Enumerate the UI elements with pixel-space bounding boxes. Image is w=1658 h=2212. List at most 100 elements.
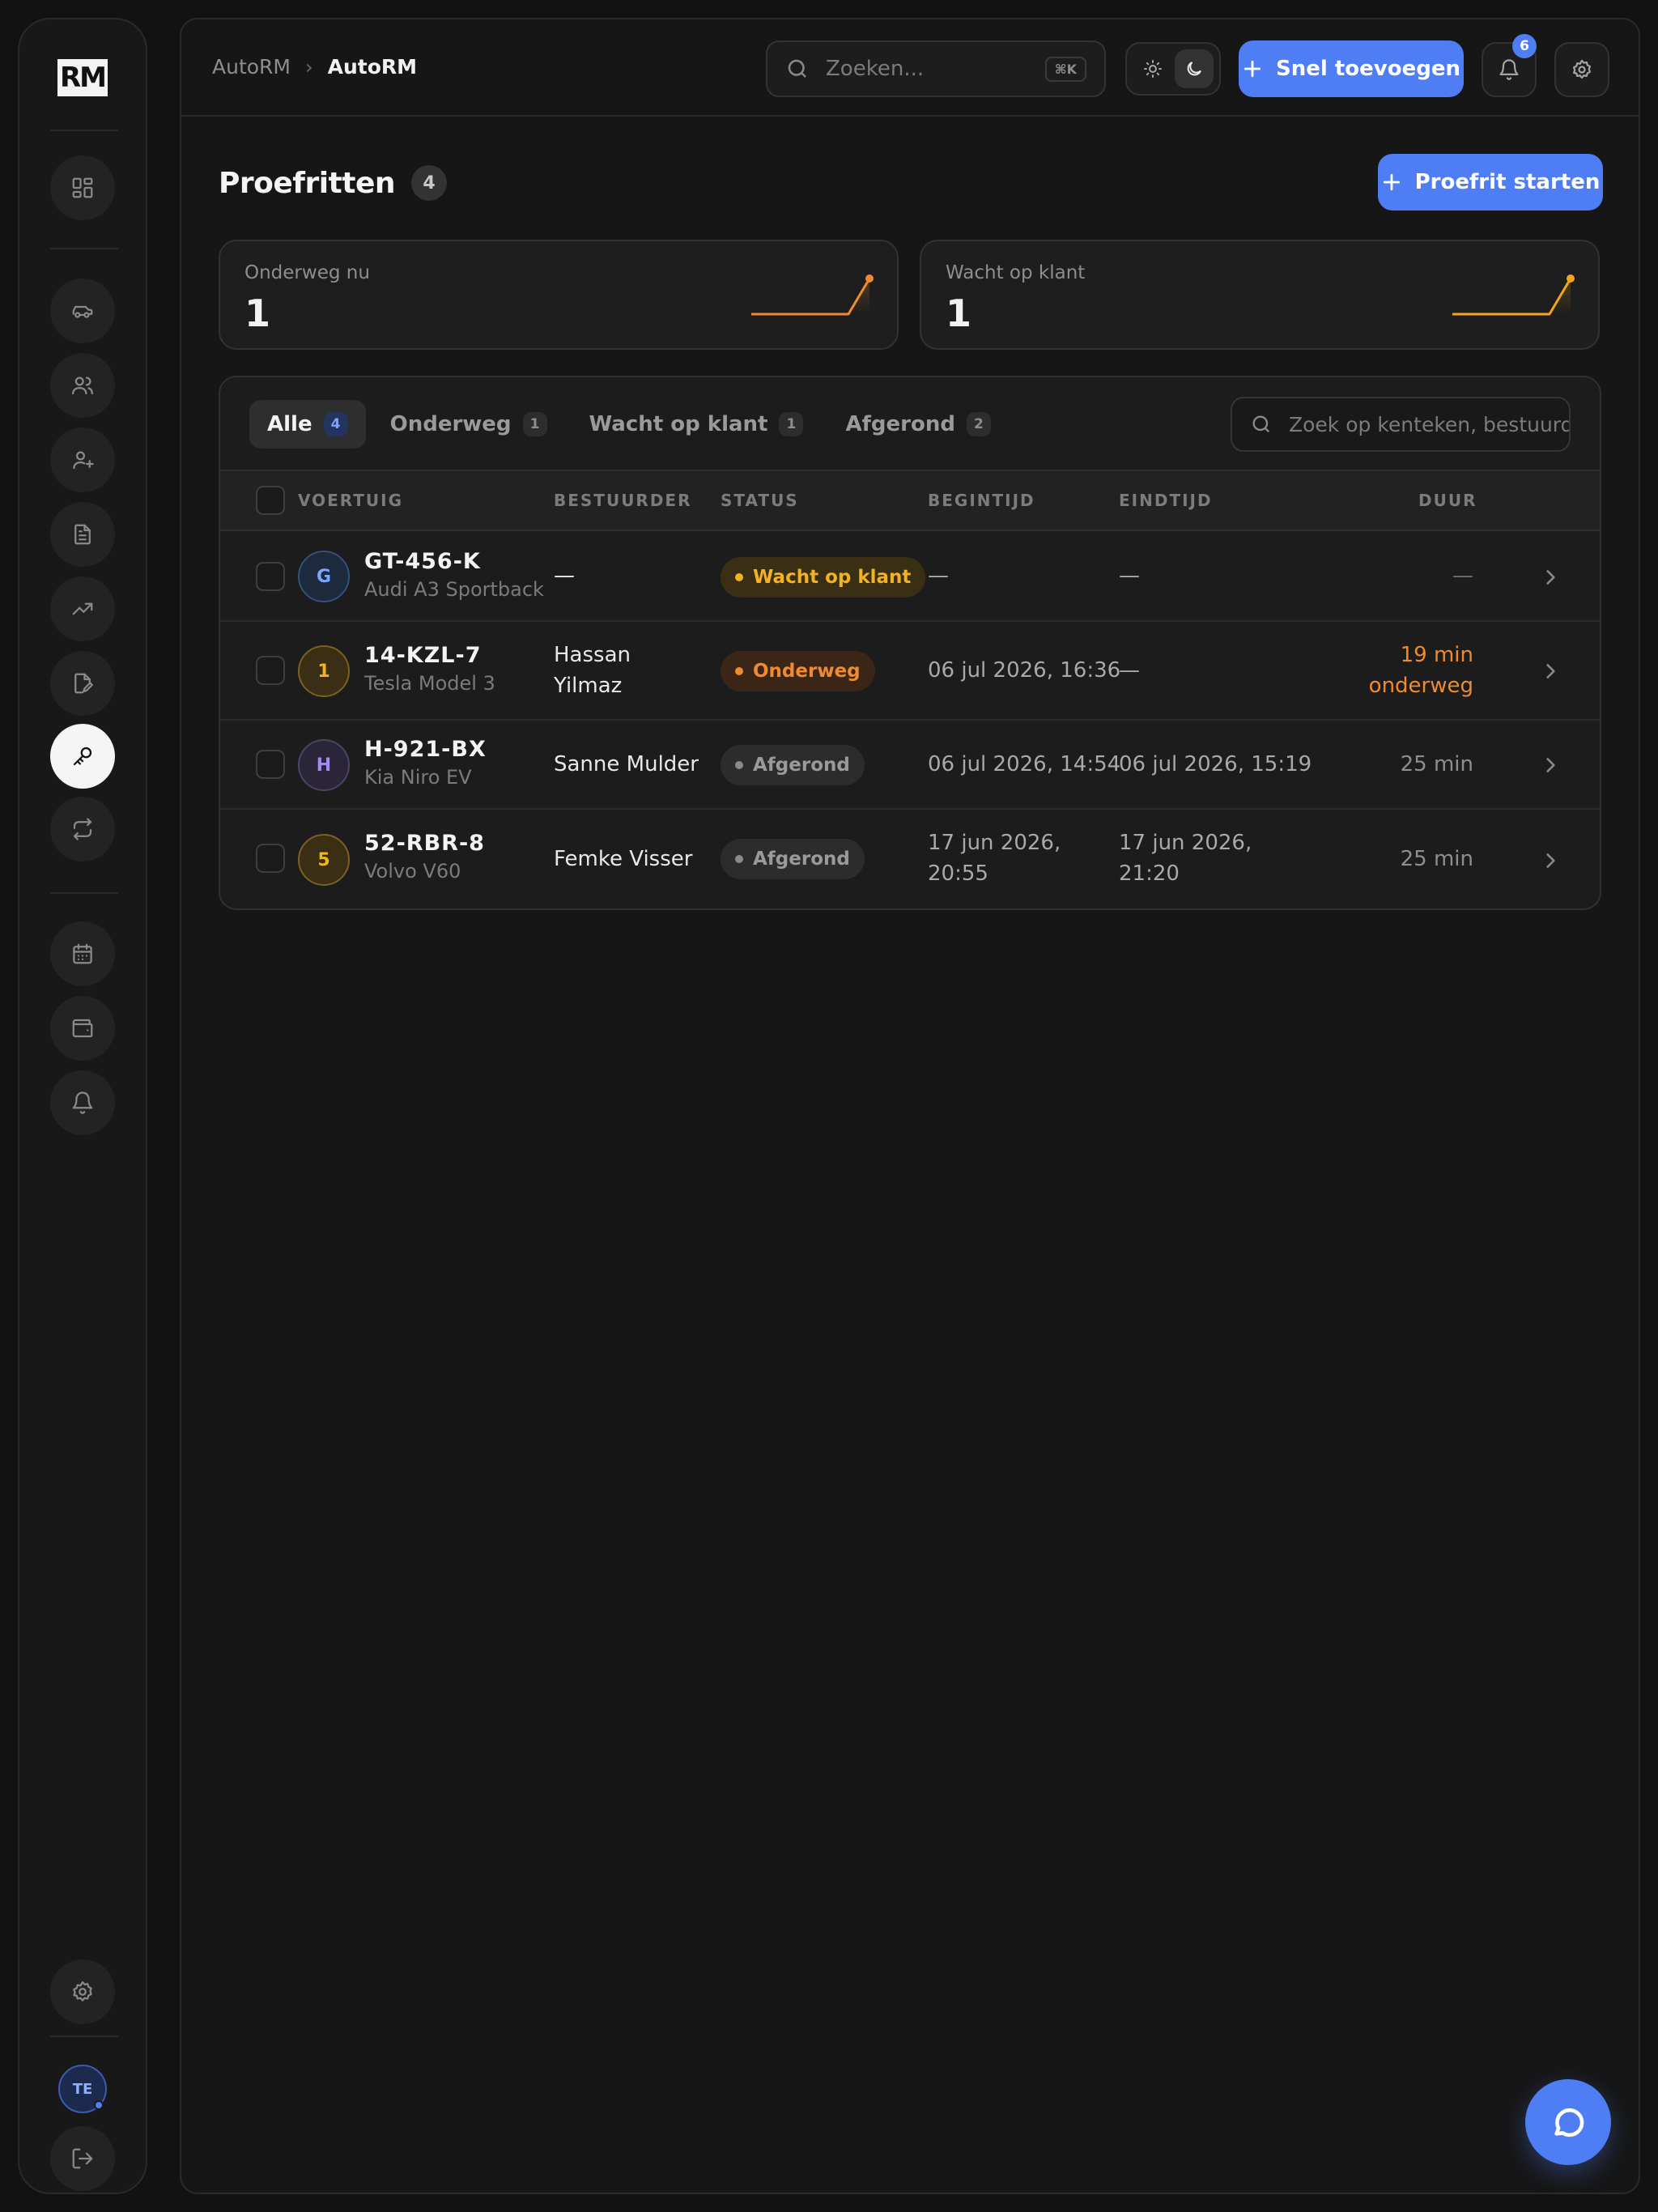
app-logo[interactable]: RM <box>55 50 110 105</box>
status-badge: Afgerond <box>721 745 865 785</box>
duration: — <box>1452 564 1473 588</box>
breadcrumb-separator: › <box>305 55 313 79</box>
row-checkbox[interactable] <box>256 656 285 685</box>
sidebar-item-contracts[interactable] <box>50 651 115 716</box>
tab-label: Wacht op klant <box>589 412 768 436</box>
status-badge: Wacht op klant <box>721 557 926 598</box>
user-avatar[interactable]: TE <box>58 2065 107 2113</box>
breadcrumb-root[interactable]: AutoRM <box>212 55 291 79</box>
quick-add-button[interactable]: Snel toevoegen <box>1239 40 1464 97</box>
sparkline-point <box>865 274 874 283</box>
theme-toggle[interactable] <box>1125 42 1221 96</box>
sidebar-item-finance[interactable] <box>50 996 115 1061</box>
column-header-driver[interactable]: BESTUURDER <box>554 491 692 510</box>
logout-button[interactable] <box>50 2126 115 2191</box>
sidebar-item-notifications[interactable] <box>50 1070 115 1135</box>
vehicle-plate: 52-RBR-8 <box>364 831 485 856</box>
filter-tabs: Alle 4 Onderweg 1 Wacht op klant 1 Afger… <box>249 400 1009 449</box>
moon-icon <box>1187 62 1201 76</box>
main-panel: AutoRM › AutoRM Zoeken... ⌘K Snel toevoe… <box>180 18 1640 2194</box>
car-icon <box>72 305 93 318</box>
users-icon <box>72 376 93 395</box>
key-icon <box>73 747 92 766</box>
column-header-status[interactable]: STATUS <box>721 491 799 510</box>
edit-file-icon <box>74 673 93 694</box>
table-search-input[interactable]: Zoek op kenteken, bestuurder... <box>1231 397 1571 452</box>
tab-label: Alle <box>267 412 312 436</box>
stat-label: Onderweg nu <box>244 262 370 283</box>
gear-icon <box>1572 59 1592 79</box>
global-search-input[interactable]: Zoeken... ⌘K <box>766 40 1106 97</box>
chevron-right-icon[interactable] <box>1540 850 1561 871</box>
online-indicator <box>94 2100 104 2110</box>
settings-button[interactable] <box>1554 42 1609 97</box>
sidebar-item-leads[interactable] <box>50 428 115 492</box>
table-row[interactable]: H H-921-BX Kia Niro EV Sanne Mulder Afge… <box>220 721 1600 810</box>
column-header-end[interactable]: EINDTIJD <box>1119 491 1213 510</box>
column-header-vehicle[interactable]: VOERTUIG <box>298 491 403 510</box>
driver-name: Femke Visser <box>554 847 693 871</box>
tab-ongoing[interactable]: Onderweg 1 <box>372 400 565 449</box>
stat-label: Wacht op klant <box>946 262 1086 283</box>
light-mode-option[interactable] <box>1133 49 1172 88</box>
sidebar-divider <box>50 2035 118 2037</box>
end-time: — <box>1119 658 1140 683</box>
table-search-placeholder: Zoek op kenteken, bestuurder... <box>1289 412 1569 436</box>
vehicle-model: Tesla Model 3 <box>364 672 495 695</box>
start-test-drive-button[interactable]: Proefrit starten <box>1378 154 1603 211</box>
select-all-checkbox[interactable] <box>256 486 285 515</box>
sidebar-item-dashboard[interactable] <box>50 155 115 220</box>
user-initials: TE <box>72 2080 93 2098</box>
status-dot <box>735 855 743 863</box>
column-header-start[interactable]: BEGINTIJD <box>928 491 1035 510</box>
calendar-icon <box>73 943 92 964</box>
table-row[interactable]: 5 52-RBR-8 Volvo V60 Femke Visser Afgero… <box>220 810 1600 908</box>
chevron-right-icon[interactable] <box>1540 661 1561 682</box>
end-time: 17 jun 2026, 21:20 <box>1119 831 1252 886</box>
page-count-badge: 4 <box>411 165 448 201</box>
dark-mode-option[interactable] <box>1174 49 1214 88</box>
chevron-right-icon[interactable] <box>1540 755 1561 776</box>
row-checkbox[interactable] <box>256 750 285 779</box>
gear-icon <box>73 1981 92 2001</box>
page-title: Proefritten <box>219 166 396 200</box>
chat-button[interactable] <box>1525 2079 1611 2165</box>
stat-card-waiting: Wacht op klant 1 <box>920 240 1600 350</box>
column-header-duration[interactable]: DUUR <box>1418 491 1475 510</box>
sidebar-item-analytics[interactable] <box>50 576 115 641</box>
chevron-right-icon[interactable] <box>1540 567 1561 588</box>
sidebar-item-test-drives[interactable] <box>50 724 115 789</box>
sidebar-settings-button[interactable] <box>50 1959 115 2024</box>
search-icon <box>1252 415 1270 433</box>
table-header: VOERTUIG BESTUURDER STATUS BEGINTIJD EIN… <box>220 470 1600 531</box>
row-checkbox[interactable] <box>256 844 285 873</box>
table-row[interactable]: G GT-456-K Audi A3 Sportback — Wacht op … <box>220 531 1600 622</box>
row-checkbox[interactable] <box>256 562 285 591</box>
breadcrumb-current: AutoRM <box>327 55 418 79</box>
file-icon <box>74 524 91 545</box>
status-dot <box>735 761 743 769</box>
vehicle-avatar: G <box>298 551 350 602</box>
table-row[interactable]: 1 14-KZL-7 Tesla Model 3 Hassan Yilmaz O… <box>220 622 1600 721</box>
page-header: Proefritten 4 <box>219 165 448 201</box>
vehicle-avatar: 5 <box>298 834 350 886</box>
repeat-icon <box>73 818 92 840</box>
tab-done[interactable]: Afgerond 2 <box>827 400 1008 449</box>
bell-icon <box>1499 59 1519 80</box>
search-placeholder: Zoeken... <box>826 57 925 81</box>
vehicle-model: Kia Niro EV <box>364 766 472 789</box>
chat-bubble-icon <box>1554 2108 1584 2138</box>
duration: 25 min <box>1400 847 1473 871</box>
sidebar-divider <box>50 892 118 894</box>
sidebar-item-vehicles[interactable] <box>50 279 115 343</box>
tab-waiting[interactable]: Wacht op klant 1 <box>572 400 822 449</box>
sidebar-item-documents[interactable] <box>50 502 115 567</box>
tab-all[interactable]: Alle 4 <box>249 400 366 449</box>
sidebar-item-trade-ins[interactable] <box>50 797 115 861</box>
sidebar-item-calendar[interactable] <box>50 921 115 986</box>
notifications-button[interactable]: 6 <box>1482 34 1537 97</box>
sidebar-item-customers[interactable] <box>50 353 115 418</box>
driver-name: — <box>554 564 575 588</box>
sun-icon <box>1143 60 1162 78</box>
stat-value: 1 <box>946 291 972 335</box>
